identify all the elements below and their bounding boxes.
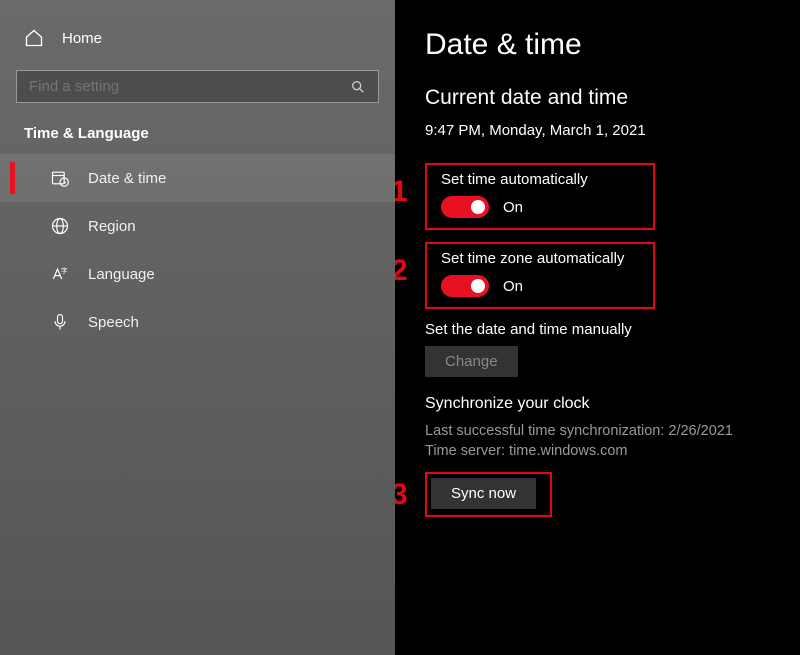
set-time-auto-state: On: [503, 199, 523, 216]
sidebar-item-region[interactable]: Region: [0, 202, 395, 250]
annotation-number-3: 3: [395, 478, 408, 512]
current-datetime-value: 9:47 PM, Monday, March 1, 2021: [425, 122, 776, 139]
annotation-box-2: 2 Set time zone automatically On: [425, 242, 655, 309]
annotation-box-3: 3 Sync now: [425, 472, 552, 517]
sync-heading: Synchronize your clock: [425, 395, 776, 413]
sidebar-item-speech[interactable]: Speech: [0, 298, 395, 346]
home-label: Home: [62, 30, 102, 47]
globe-icon: [50, 216, 70, 236]
sync-now-button[interactable]: Sync now: [431, 478, 536, 509]
set-time-auto-label: Set time automatically: [441, 171, 639, 188]
annotation-box-1: 1 Set time automatically On: [425, 163, 655, 230]
sidebar-item-label: Language: [88, 266, 155, 283]
svg-text:字: 字: [61, 266, 68, 275]
set-tz-auto-label: Set time zone automatically: [441, 250, 639, 267]
sync-server: Time server: time.windows.com: [425, 441, 776, 461]
search-box[interactable]: [16, 70, 379, 103]
main-panel: Date & time Current date and time 9:47 P…: [395, 0, 800, 655]
set-time-auto-toggle[interactable]: [441, 196, 489, 218]
microphone-icon: [50, 312, 70, 332]
manual-datetime-block: Set the date and time manually Change: [425, 321, 776, 377]
search-icon: [350, 79, 366, 95]
home-nav[interactable]: Home: [0, 20, 395, 56]
sidebar-item-label: Region: [88, 218, 136, 235]
sidebar-section-title: Time & Language: [0, 117, 395, 154]
annotation-number-2: 2: [395, 254, 408, 288]
search-input[interactable]: [29, 78, 350, 95]
current-datetime-heading: Current date and time: [425, 86, 776, 110]
sync-last: Last successful time synchronization: 2/…: [425, 421, 776, 441]
settings-sidebar: Home Time & Language Date & time Region …: [0, 0, 395, 655]
sidebar-item-label: Date & time: [88, 170, 166, 187]
manual-datetime-label: Set the date and time manually: [425, 321, 776, 338]
sidebar-item-label: Speech: [88, 314, 139, 331]
language-icon: 字: [50, 264, 70, 284]
page-title: Date & time: [425, 28, 776, 62]
sync-clock-section: Synchronize your clock Last successful t…: [425, 395, 776, 517]
annotation-number-1: 1: [395, 175, 408, 209]
sidebar-item-date-time[interactable]: Date & time: [0, 154, 395, 202]
home-icon: [24, 28, 44, 48]
calendar-clock-icon: [50, 168, 70, 188]
set-tz-auto-state: On: [503, 278, 523, 295]
set-tz-auto-toggle[interactable]: [441, 275, 489, 297]
change-datetime-button[interactable]: Change: [425, 346, 518, 377]
sidebar-item-language[interactable]: 字 Language: [0, 250, 395, 298]
